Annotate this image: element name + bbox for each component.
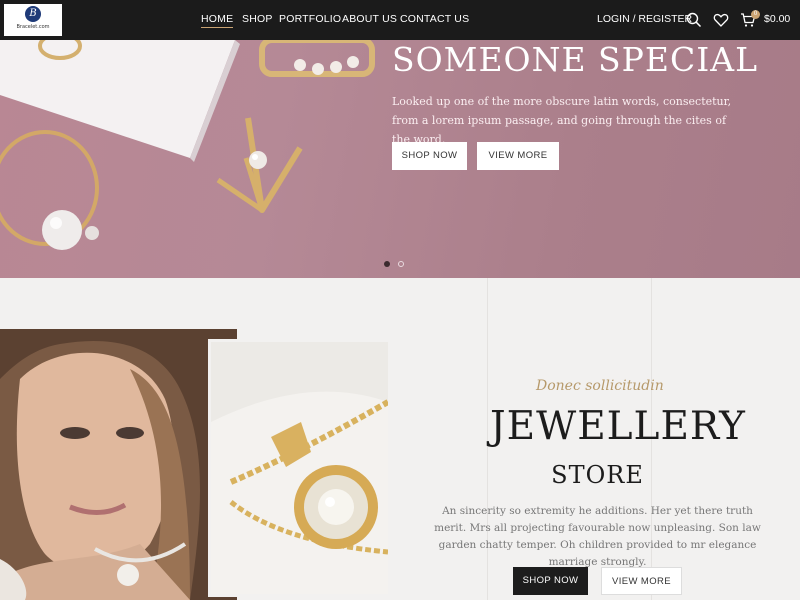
logo-text: Bracelet.com (16, 24, 50, 30)
nav-shop[interactable]: SHOP (242, 13, 273, 25)
hero-description: Looked up one of the more obscure latin … (392, 95, 732, 146)
model-photo (0, 329, 237, 600)
store-subtitle: STORE (551, 461, 644, 489)
hero-slider: SOMEONE SPECIAL Looked up one of the mor… (0, 40, 800, 278)
slider-dot-1[interactable] (384, 261, 390, 267)
site-logo[interactable]: B Bracelet.com (4, 4, 62, 36)
store-description: An sincerity so extremity he additions. … (434, 505, 761, 568)
login-register-link[interactable]: LOGIN / REGISTER (597, 13, 692, 25)
logo-mark: B (25, 6, 41, 22)
store-title: JEWELLERY (490, 404, 746, 449)
pendant-photo (211, 342, 388, 594)
nav-contact-us[interactable]: CONTACT US (400, 13, 469, 25)
nav-about-us[interactable]: ABOUT US (342, 13, 397, 25)
store-view-more-button[interactable]: VIEW MORE (601, 567, 682, 595)
slider-dot-2[interactable] (398, 261, 404, 267)
nav-home[interactable]: HOME (201, 13, 234, 28)
heart-icon[interactable] (713, 12, 729, 28)
store-shop-now-button[interactable]: SHOP NOW (513, 567, 588, 595)
hero-view-more-button[interactable]: VIEW MORE (477, 142, 559, 170)
site-header: B Bracelet.com HOME SHOP PORTFOLIO ABOUT… (0, 0, 800, 40)
nav-portfolio[interactable]: PORTFOLIO (279, 13, 341, 25)
cart-count-badge: 0 (751, 10, 760, 19)
script-heading: Donec sollicitudin (536, 378, 664, 394)
hero-title: SOMEONE SPECIAL (392, 40, 758, 79)
cart-total[interactable]: $0.00 (764, 13, 790, 25)
hero-shop-now-button[interactable]: SHOP NOW (392, 142, 467, 170)
search-icon[interactable] (686, 12, 702, 28)
jewellery-store-section: Donec sollicitudin JEWELLERY STORE An si… (0, 278, 800, 600)
